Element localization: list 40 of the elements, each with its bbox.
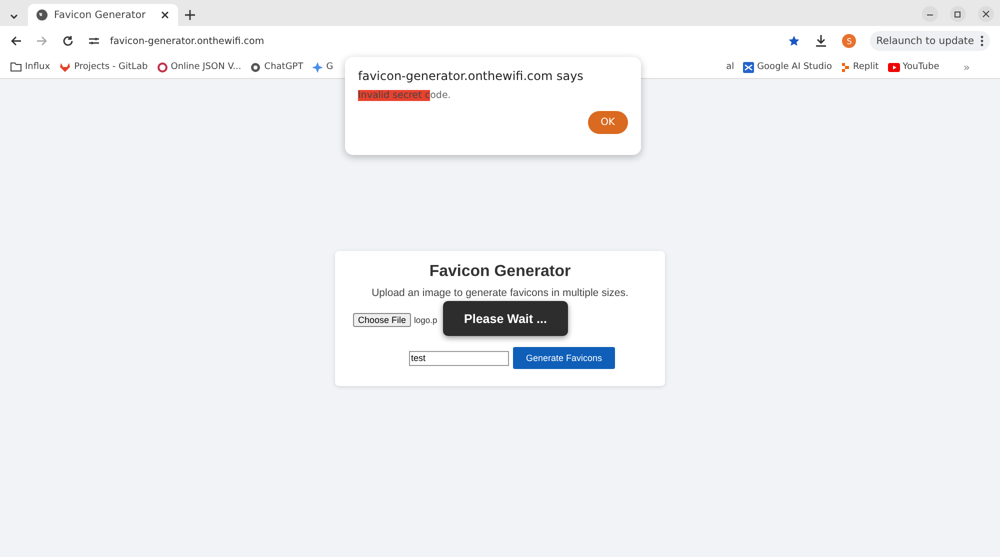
please-wait-toast: Please Wait ... — [443, 301, 568, 336]
bookmark-item[interactable]: Replit — [841, 62, 879, 72]
browser-tab[interactable]: Favicon Generator — [28, 4, 178, 26]
card-title: Favicon Generator — [429, 263, 571, 281]
star-icon[interactable] — [788, 35, 800, 47]
download-icon[interactable] — [814, 34, 828, 48]
folder-icon — [10, 62, 22, 72]
bookmark-item[interactable]: al — [726, 62, 734, 72]
ring-icon — [156, 62, 168, 72]
blocks-icon — [841, 62, 850, 72]
minimize-icon[interactable] — [922, 6, 938, 22]
bookmark-item[interactable]: YouTube — [888, 62, 940, 72]
fox-head-icon — [59, 62, 72, 72]
address-field[interactable]: favicon-generator.onthewifi.com — [110, 36, 264, 46]
site-settings-icon[interactable] — [88, 36, 100, 46]
bookmark-item[interactable]: Google AI Studio — [743, 62, 832, 72]
card-subtitle: Upload an image to generate favicons in multiple sizes. — [372, 287, 628, 299]
dialog-message: Invalid secret code. — [358, 90, 452, 101]
studio-icon — [743, 62, 754, 72]
secret-code-field[interactable]: test — [408, 350, 509, 366]
choose-file-button[interactable]: Choose File — [353, 313, 412, 327]
bookmark-item[interactable]: Influx — [10, 62, 50, 72]
bookmark-item[interactable]: Online JSON V... — [156, 62, 242, 72]
back-icon[interactable] — [10, 35, 22, 47]
dialog-title: favicon-generator.onthewifi.com says — [358, 69, 584, 83]
generate-favicons-button[interactable]: Generate Favicons — [512, 347, 616, 369]
relaunch-button[interactable]: Relaunch to update — [870, 31, 990, 51]
file-name: logo.p — [414, 315, 438, 325]
bookmark-item[interactable]: G — [312, 62, 334, 72]
bookmark-item[interactable]: ChatGPT — [250, 62, 304, 72]
more-bookmarks-icon[interactable]: » — [963, 60, 970, 74]
play-icon — [888, 62, 900, 72]
close-icon[interactable] — [978, 6, 994, 22]
more-menu-icon[interactable] — [980, 35, 984, 47]
bookmark-item[interactable]: Projects - GitLab — [59, 62, 148, 72]
restore-icon[interactable] — [950, 6, 966, 22]
sparkle-icon — [312, 62, 324, 72]
new-tab-icon[interactable] — [184, 9, 196, 21]
reload-icon[interactable] — [62, 35, 74, 47]
close-icon[interactable] — [160, 10, 170, 20]
